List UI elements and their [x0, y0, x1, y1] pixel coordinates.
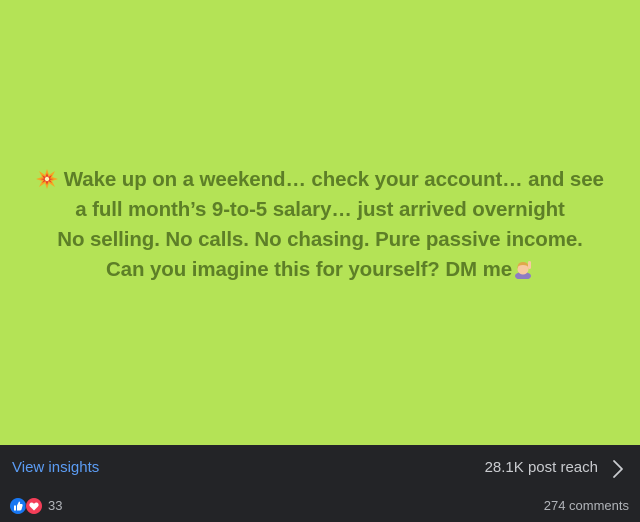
post-text: Wake up on a weekend… check your account…: [20, 165, 620, 285]
post-line-1: Wake up on a weekend… check your account…: [20, 165, 620, 195]
love-icon: [25, 497, 43, 515]
person-raising-hand-emoji-icon: [515, 260, 532, 279]
like-icon: [10, 498, 26, 514]
post-line-4: Can you imagine this for yourself? DM me: [20, 255, 620, 285]
insights-bar: View insights 28.1K post reach: [0, 445, 640, 492]
post-line-3: No selling. No calls. No chasing. Pure p…: [57, 227, 583, 251]
reaction-count[interactable]: 33: [48, 498, 62, 513]
post-line-1-text: Wake up on a weekend… check your account…: [63, 167, 604, 191]
collision-emoji-icon: [36, 168, 59, 189]
post-line-4-text: Can you imagine this for yourself? DM me: [105, 257, 513, 281]
comment-count[interactable]: 274 comments: [544, 498, 629, 513]
post-card: Wake up on a weekend… check your account…: [0, 0, 640, 445]
reactions-bar: 33 274 comments: [0, 492, 640, 522]
post-reach-label[interactable]: 28.1K post reach: [485, 459, 598, 476]
chevron-right-icon[interactable]: [612, 459, 624, 479]
post-line-2: a full month’s 9-to-5 salary… just arriv…: [75, 197, 565, 221]
reaction-icons[interactable]: [9, 497, 45, 515]
view-insights-link[interactable]: View insights: [12, 459, 99, 476]
